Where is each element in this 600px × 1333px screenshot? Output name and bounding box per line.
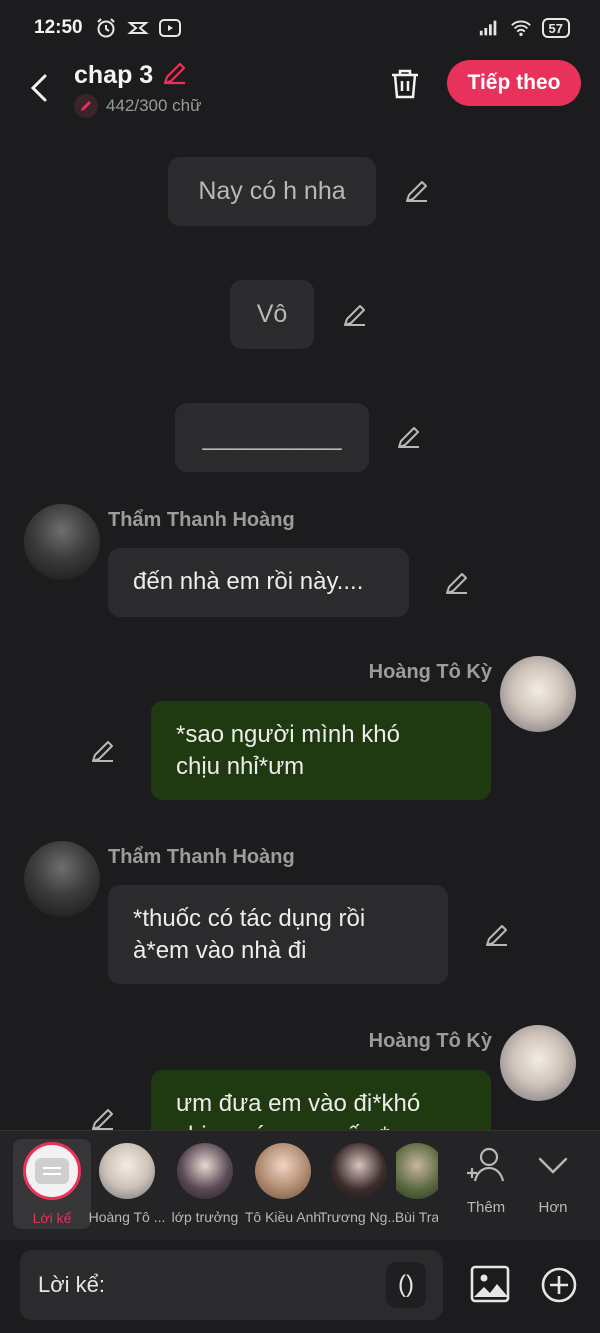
message-line: ưm đưa em vào đi*khó: [176, 1090, 421, 1117]
add-button[interactable]: [540, 1266, 578, 1304]
character-label: Hoàng Tô ...: [88, 1209, 166, 1225]
avatar: [99, 1143, 155, 1199]
capcut-icon: [126, 17, 149, 39]
message-line: *thuốc có tác dụng rồi: [133, 905, 366, 932]
chevron-down-icon: [538, 1157, 568, 1174]
sender-name: Thẩm Thanh Hoàng: [108, 509, 295, 531]
chat-area[interactable]: Nay có h nha Vô __________ Thẩm Thanh Ho…: [0, 120, 600, 1130]
character-narrator[interactable]: Lời kể: [13, 1139, 91, 1229]
message-bubble[interactable]: *sao người mình khó chịu nhỉ*ưm: [151, 701, 491, 800]
add-character-button[interactable]: Thêm: [456, 1145, 516, 1225]
back-button[interactable]: [14, 63, 64, 113]
edit-title-icon[interactable]: [161, 59, 189, 92]
avatar[interactable]: [24, 504, 100, 580]
title-row: chap 3: [74, 59, 202, 92]
narrator-icon: [23, 1142, 81, 1200]
trash-icon: [392, 69, 418, 99]
character-item[interactable]: Hoàng Tô ...: [88, 1139, 166, 1229]
subtitle-row: 442/300 chữ: [74, 93, 202, 118]
character-label: Lời kể: [32, 1210, 72, 1226]
edit-message-icon[interactable]: [340, 300, 370, 330]
input-label: Lời kể:: [38, 1272, 106, 1297]
message-line: *sao người mình khó: [176, 721, 400, 748]
edit-message-icon[interactable]: [88, 736, 118, 766]
message-line: chịu nhỉ*ưm: [176, 753, 305, 780]
title-wrap: chap 3 442/300 chữ: [74, 59, 202, 118]
character-item[interactable]: Tô Kiều Anh: [244, 1139, 322, 1229]
avatar: [331, 1143, 387, 1199]
parenthesis-button[interactable]: (): [386, 1262, 426, 1308]
sender-name: Hoàng Tô Kỳ: [368, 1030, 492, 1052]
signal-icon: [478, 17, 500, 39]
add-user-icon: [467, 1147, 505, 1182]
message-bubble[interactable]: ưm đưa em vào đi*khó chịu quá em muốn *: [151, 1070, 491, 1130]
edit-message-icon[interactable]: [88, 1104, 118, 1130]
avatar[interactable]: [24, 841, 100, 917]
avatar: [177, 1143, 233, 1199]
edit-message-icon[interactable]: [402, 176, 432, 206]
image-button[interactable]: [470, 1264, 510, 1304]
edit-message-icon[interactable]: [482, 920, 512, 950]
sender-name: Thẩm Thanh Hoàng: [108, 846, 295, 868]
character-item[interactable]: lớp trưởng: [166, 1139, 244, 1229]
avatar: [255, 1143, 311, 1199]
image-icon: [470, 1265, 510, 1303]
sender-name: Hoàng Tô Kỳ: [368, 661, 492, 683]
narration-bubble[interactable]: Vô: [230, 280, 314, 349]
message-line: chịu quá em muốn *: [176, 1120, 466, 1130]
character-item[interactable]: Trương Ng...: [318, 1139, 400, 1229]
character-label: Trương Ng...: [318, 1209, 400, 1225]
character-label: Bùi Tra: [396, 1209, 438, 1225]
character-label: Tô Kiều Anh: [244, 1209, 322, 1225]
message-line: à*em vào nhà đi: [133, 937, 307, 964]
chevron-left-icon: [30, 74, 47, 102]
delete-button[interactable]: [385, 64, 425, 104]
header: chap 3 442/300 chữ Tiếp theo: [0, 56, 600, 120]
battery-icon: 57: [541, 18, 570, 38]
pen-icon: [74, 93, 98, 118]
edit-message-icon[interactable]: [394, 422, 424, 452]
more-button[interactable]: Hơn: [523, 1145, 583, 1225]
character-item[interactable]: Bùi Tra: [396, 1139, 438, 1229]
message-bubble[interactable]: *thuốc có tác dụng rồi à*em vào nhà đi: [108, 885, 448, 984]
input-bar: Lời kể: (): [0, 1240, 600, 1333]
status-time: 12:50: [34, 17, 83, 38]
narration-bubble[interactable]: __________: [175, 403, 369, 472]
avatar[interactable]: [500, 1025, 576, 1101]
word-count: 442/300 chữ: [106, 95, 202, 115]
message-input[interactable]: Lời kể: (): [20, 1250, 443, 1320]
alarm-icon: [95, 17, 117, 39]
add-label: Thêm: [466, 1199, 506, 1216]
edit-message-icon[interactable]: [442, 568, 472, 598]
character-bar: Lời kể Hoàng Tô ... lớp trưởng Tô Kiều A…: [0, 1130, 600, 1240]
character-label: lớp trưởng: [171, 1209, 239, 1225]
wifi-icon: [510, 17, 532, 39]
avatar: [396, 1143, 438, 1199]
next-button[interactable]: Tiếp theo: [447, 60, 581, 106]
status-icons-right: 57: [478, 17, 570, 39]
chapter-title: chap 3: [74, 60, 154, 89]
message-bubble[interactable]: đến nhà em rồi này....: [108, 548, 409, 617]
status-bar: 12:50 57: [0, 0, 600, 56]
more-label: Hơn: [538, 1199, 568, 1216]
narration-bubble[interactable]: Nay có h nha: [168, 157, 376, 226]
avatar[interactable]: [500, 656, 576, 732]
plus-circle-icon: [541, 1267, 577, 1303]
youtube-icon: [158, 17, 181, 39]
status-icons-left: [95, 17, 181, 39]
